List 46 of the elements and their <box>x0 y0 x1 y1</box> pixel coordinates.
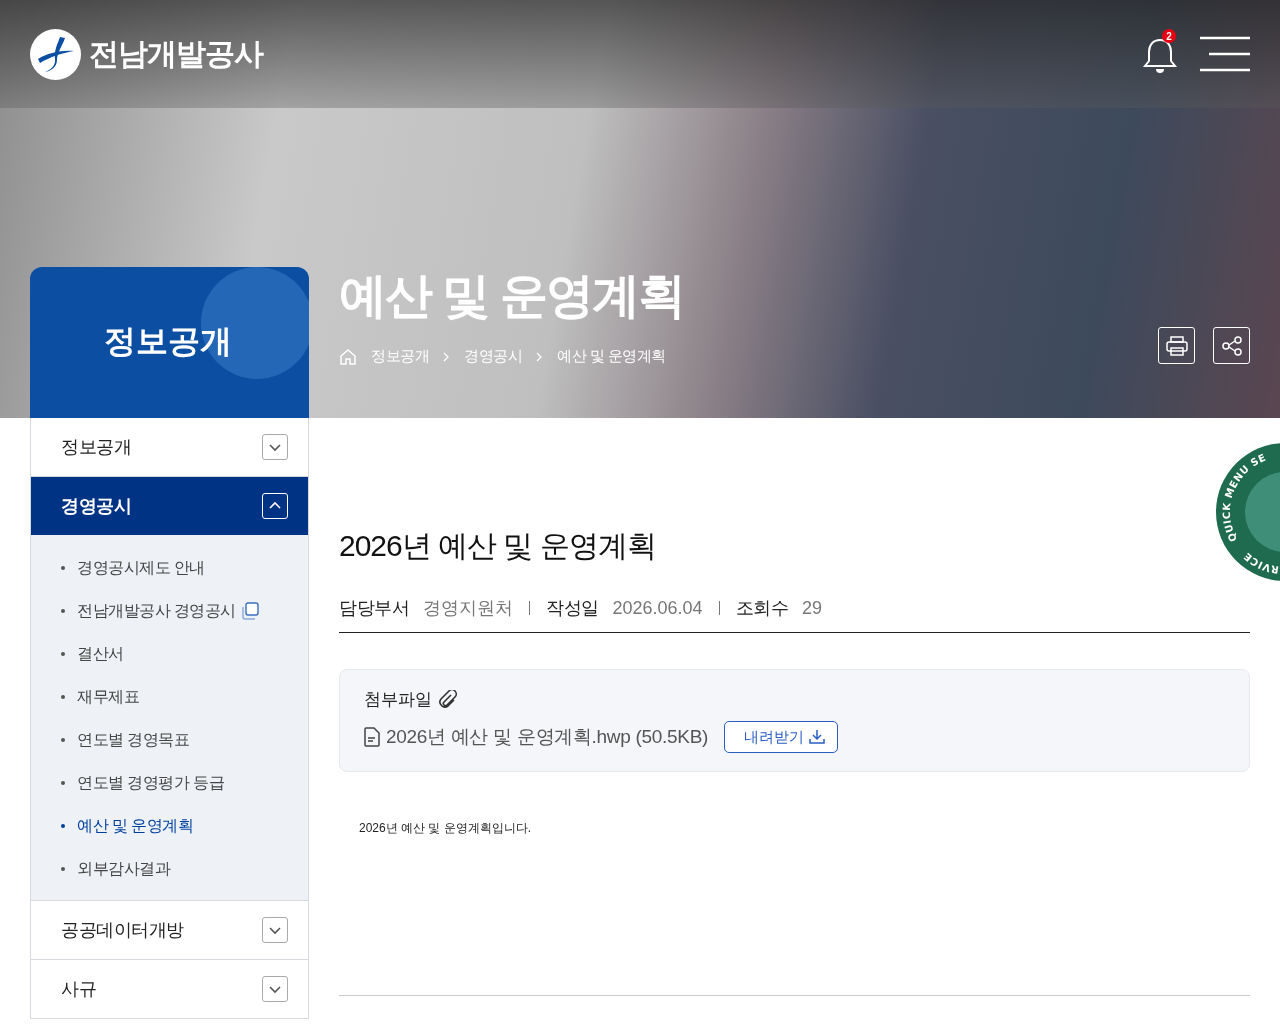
submenu-link[interactable]: 전남개발공사 경영공시 <box>77 600 236 622</box>
chevron-down-icon <box>268 442 282 452</box>
paperclip-icon <box>438 689 458 710</box>
submenu-link[interactable]: 연도별 경영목표 <box>77 729 190 751</box>
document-icon <box>364 727 380 747</box>
logo-text[interactable]: 전남개발공사 <box>89 33 263 75</box>
meta-label: 담당부서 <box>339 597 409 620</box>
bullet-icon <box>61 652 65 656</box>
attachment-heading: 첨부파일 <box>364 689 432 711</box>
file-link[interactable]: 2026년 예산 및 운영계획.hwp (50.5KB) <box>386 724 709 750</box>
bullet-icon <box>61 781 65 785</box>
bullet-icon <box>61 566 65 570</box>
share-button[interactable] <box>1213 327 1250 364</box>
submenu-link[interactable]: 예산 및 운영계획 <box>77 815 194 837</box>
bullet-icon <box>61 695 65 699</box>
sidebar-item[interactable]: 경영공시 <box>31 477 308 535</box>
chevron-down-icon <box>268 984 282 994</box>
section-title: 정보공개 <box>103 321 232 361</box>
submenu-link[interactable]: 외부감사결과 <box>77 858 170 880</box>
bullet-icon <box>61 738 65 742</box>
submenu-link[interactable]: 재무제표 <box>77 686 139 708</box>
notification-badge: 2 <box>1162 29 1176 43</box>
meta-label: 조회수 <box>735 597 789 620</box>
chevron-right-icon <box>443 351 450 362</box>
meta-value: 29 <box>802 597 823 619</box>
chevron-right-icon <box>536 351 543 362</box>
chevron-down-icon <box>268 925 282 935</box>
download-button[interactable]: 내려받기 <box>724 721 839 753</box>
meta-value: 경영지원처 <box>423 597 513 620</box>
submenu-link[interactable]: 결산서 <box>77 643 124 665</box>
bullet-icon <box>61 609 65 613</box>
meta-label: 작성일 <box>546 597 599 620</box>
printer-icon <box>1165 335 1188 356</box>
submenu-link[interactable]: 연도별 경영평가 등급 <box>77 772 225 794</box>
chevron-up-icon <box>268 501 282 511</box>
menu-icon[interactable] <box>1200 36 1250 72</box>
page-title: 예산 및 운영계획 <box>339 268 685 324</box>
print-button[interactable] <box>1158 327 1195 364</box>
post-body-text: 2026년 예산 및 운영계획입니다. <box>359 820 533 837</box>
bullet-icon <box>61 824 65 828</box>
logo-icon[interactable] <box>30 28 81 80</box>
bullet-icon <box>61 867 65 871</box>
meta-value: 2026.06.04 <box>612 597 703 619</box>
download-icon <box>809 729 826 745</box>
share-icon <box>1220 335 1243 356</box>
submenu-link[interactable]: 경영공시제도 안내 <box>77 557 205 579</box>
